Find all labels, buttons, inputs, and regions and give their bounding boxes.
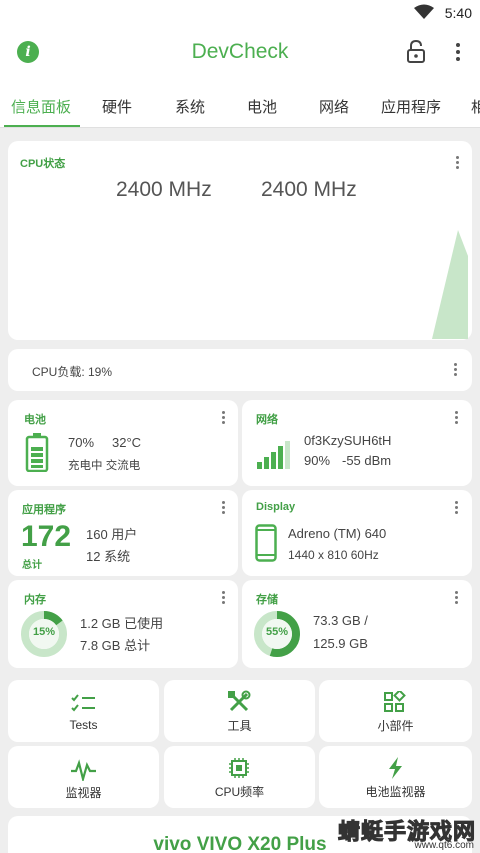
more-vert-icon[interactable] xyxy=(448,40,468,64)
tab-hardware[interactable]: 硬件 xyxy=(102,96,132,117)
battery-temp: 32°C xyxy=(112,435,142,450)
tab-network[interactable]: 网络 xyxy=(319,96,349,117)
bolt-icon xyxy=(389,757,402,779)
battery-level: 70% xyxy=(68,435,95,450)
network-signal: 90% xyxy=(304,453,331,468)
apps-menu-icon[interactable] xyxy=(218,500,228,516)
battery-title: 电池 xyxy=(24,414,46,426)
network-ssid: 0f3KzySUH6tH xyxy=(304,433,392,448)
display-menu-icon[interactable] xyxy=(451,500,461,516)
tool-monitor-label: 监视器 xyxy=(65,786,102,800)
apps-total-label: 总计 xyxy=(22,560,42,571)
tool-battery-monitor-label: 电池监视器 xyxy=(365,785,426,799)
display-title: Display xyxy=(256,501,296,513)
tools-icon xyxy=(228,690,251,712)
tab-dashboard[interactable]: 信息面板 xyxy=(11,96,71,117)
cpu-status-title: CPU状态 xyxy=(20,158,66,170)
apps-card[interactable]: 应用程序 172 总计 160 用户 12 系统 xyxy=(8,490,238,576)
tool-battery-monitor-button[interactable]: 电池监视器 xyxy=(319,746,472,808)
lock-icon[interactable] xyxy=(406,40,426,64)
memory-total: 7.8 GB 总计 xyxy=(80,638,151,653)
storage-percent: 55% xyxy=(265,626,289,638)
widgets-icon xyxy=(384,691,406,712)
tool-tests-button[interactable]: Tests xyxy=(8,680,159,742)
tab-battery[interactable]: 电池 xyxy=(247,96,277,117)
watermark-url: www.qt6.com xyxy=(414,840,474,851)
tool-monitor-button[interactable]: 监视器 xyxy=(8,746,159,808)
tool-tools-button[interactable]: 工具 xyxy=(164,680,315,742)
cpu-load-label: CPU负载: 19% xyxy=(32,365,113,379)
tab-system[interactable]: 系统 xyxy=(175,96,205,117)
display-gpu: Adreno (TM) 640 xyxy=(288,526,387,541)
tab-apps[interactable]: 应用程序 xyxy=(381,96,441,117)
network-menu-icon[interactable] xyxy=(451,410,461,426)
status-time: 5:40 xyxy=(444,5,472,21)
apps-title: 应用程序 xyxy=(22,504,66,516)
network-dbm: -55 dBm xyxy=(342,453,392,468)
checklist-icon xyxy=(71,694,95,712)
app-bar: i DevCheck xyxy=(0,26,480,80)
memory-percent: 15% xyxy=(32,626,56,638)
signal-icon xyxy=(257,441,290,469)
cpu-freq-1: 2400 MHz xyxy=(116,178,212,201)
storage-title: 存储 xyxy=(256,594,278,606)
display-card[interactable]: Display Adreno (TM) 640 1440 x 810 60Hz xyxy=(242,490,472,576)
display-resolution: 1440 x 810 60Hz xyxy=(288,548,379,562)
tool-tools-label: 工具 xyxy=(227,719,252,733)
active-tab-indicator xyxy=(4,125,80,127)
cpu-freq-2: 2400 MHz xyxy=(261,178,357,201)
tab-camera[interactable]: 相 xyxy=(471,96,480,117)
apps-system: 12 系统 xyxy=(86,549,131,564)
phone-icon xyxy=(255,524,277,562)
watermark: 蜻蜓手游戏网 www.qt6.com xyxy=(338,814,476,852)
memory-used: 1.2 GB 已使用 xyxy=(80,616,164,631)
tool-cpu-freq-button[interactable]: CPU频率 xyxy=(164,746,315,808)
tool-cpu-freq-label: CPU频率 xyxy=(214,785,265,799)
battery-card[interactable]: 电池 70% 32°C 充电中 交流电 xyxy=(8,400,238,486)
network-title: 网络 xyxy=(256,414,278,426)
cpu-card-menu-icon[interactable] xyxy=(452,155,462,171)
memory-card[interactable]: 内存 15% 1.2 GB 已使用 7.8 GB 总计 xyxy=(8,580,238,668)
tool-widgets-label: 小部件 xyxy=(377,719,414,733)
battery-menu-icon[interactable] xyxy=(218,410,228,426)
network-card[interactable]: 网络 0f3KzySUH6tH 90% -55 dBm xyxy=(242,400,472,486)
storage-total: 125.9 GB xyxy=(313,636,368,651)
chip-icon xyxy=(229,758,249,778)
storage-card[interactable]: 存储 55% 73.3 GB / 125.9 GB xyxy=(242,580,472,668)
status-bar: 5:40 xyxy=(0,0,480,26)
memory-menu-icon[interactable] xyxy=(218,590,228,606)
cpu-load-card[interactable]: CPU负载: 19% xyxy=(8,349,472,391)
pulse-icon xyxy=(71,759,96,781)
storage-used: 73.3 GB / xyxy=(313,613,368,628)
apps-user: 160 用户 xyxy=(86,527,138,542)
tool-widgets-button[interactable]: 小部件 xyxy=(319,680,472,742)
battery-status: 充电中 交流电 xyxy=(68,460,141,472)
storage-menu-icon[interactable] xyxy=(451,590,461,606)
cpu-status-card[interactable]: CPU状态 xyxy=(8,141,472,340)
cpu-load-menu-icon[interactable] xyxy=(450,362,460,378)
memory-title: 内存 xyxy=(24,594,46,606)
wifi-icon xyxy=(414,4,434,19)
apps-count: 172 xyxy=(21,520,72,553)
cpu-usage-graph xyxy=(432,230,468,339)
tool-tests-label: Tests xyxy=(69,718,98,732)
tab-bar: 信息面板 硬件 系统 电池 网络 应用程序 相 xyxy=(0,80,480,128)
battery-icon xyxy=(25,433,49,472)
